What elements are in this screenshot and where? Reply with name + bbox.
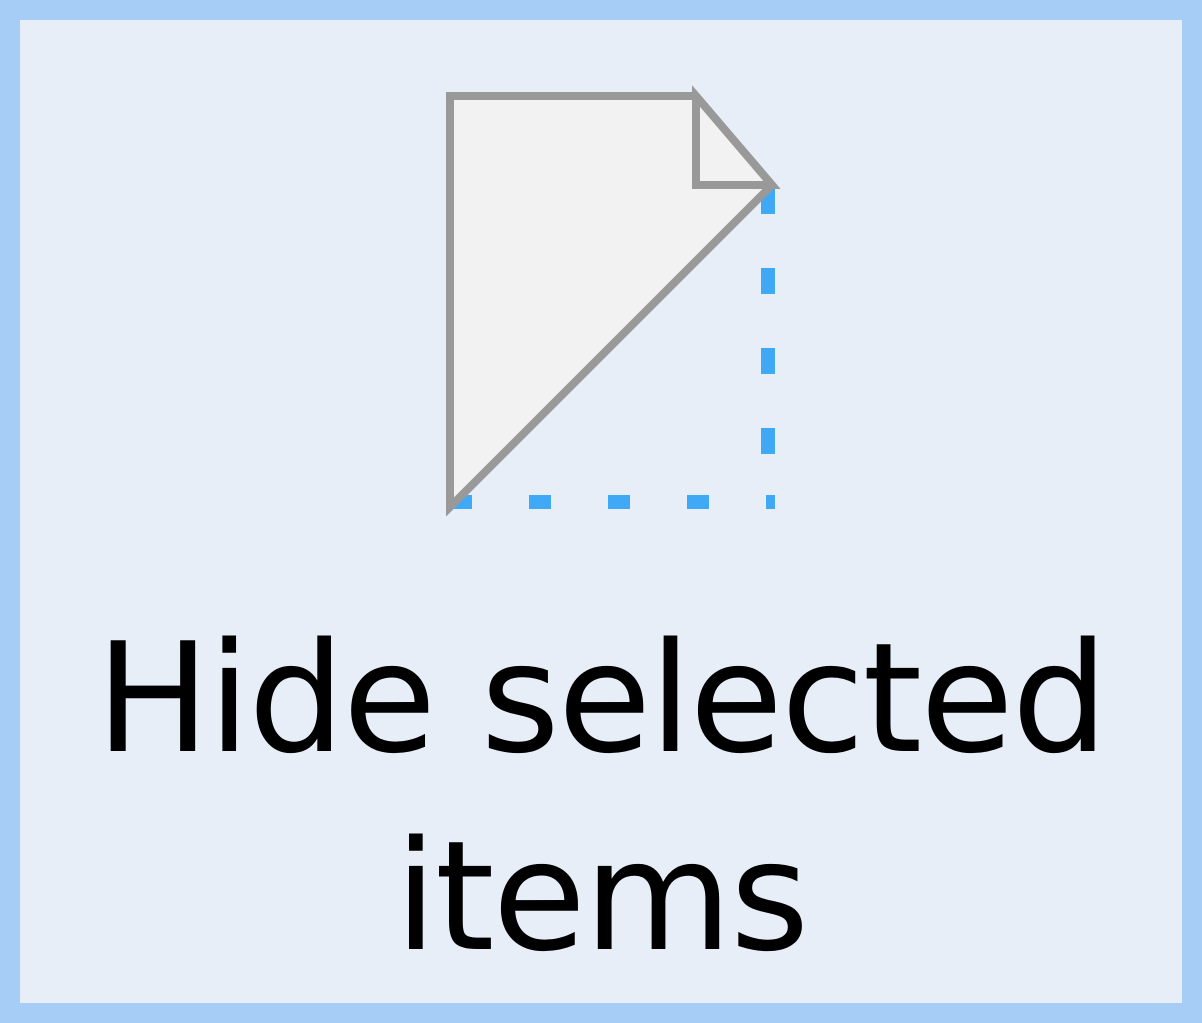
button-label-line1: Hide selected [95,610,1108,787]
button-label-line2: items [394,808,810,985]
button-label: Hide selected items [20,600,1182,996]
page-fold [692,85,781,189]
hide-selected-items-button[interactable]: Hide selected items [0,0,1202,1023]
